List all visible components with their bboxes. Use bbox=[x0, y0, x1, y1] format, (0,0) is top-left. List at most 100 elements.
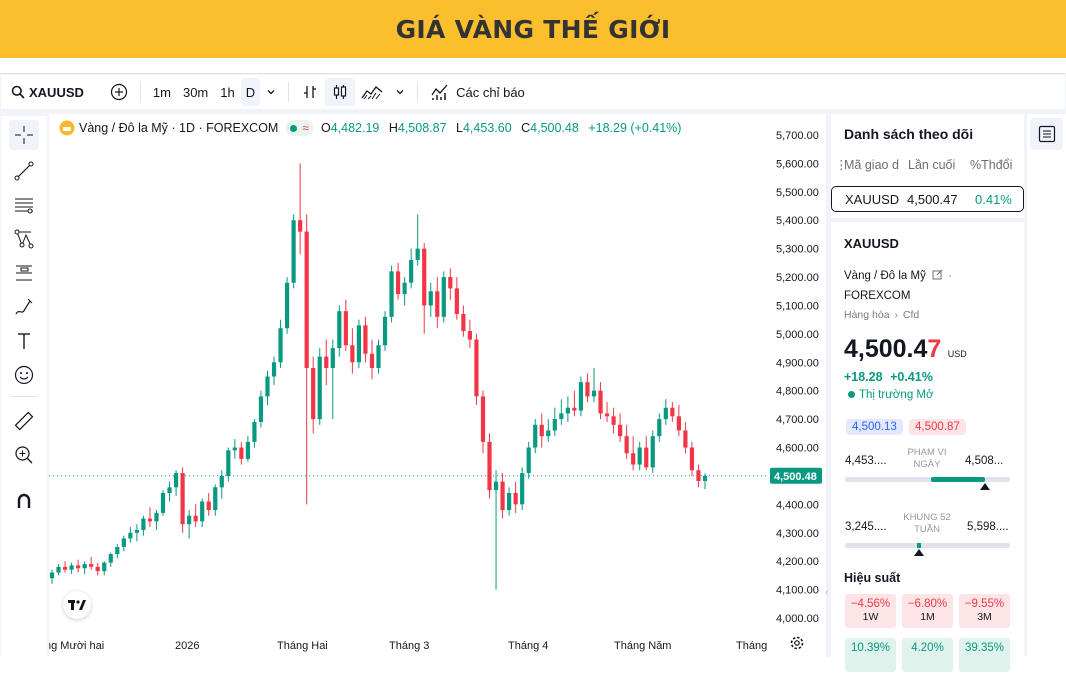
candle[interactable] bbox=[591, 367, 597, 403]
watchlist-toggle[interactable] bbox=[1030, 118, 1063, 150]
candle[interactable] bbox=[611, 407, 616, 434]
candle[interactable] bbox=[102, 561, 107, 576]
candle[interactable] bbox=[160, 490, 166, 516]
candle[interactable] bbox=[565, 396, 570, 422]
candle[interactable] bbox=[271, 356, 277, 386]
candle[interactable] bbox=[187, 510, 192, 539]
fib-tool[interactable] bbox=[9, 190, 39, 220]
timezone-settings-button[interactable] bbox=[789, 635, 807, 653]
area-style-button[interactable] bbox=[355, 78, 389, 106]
collapse-panel-icon[interactable]: ‹ bbox=[825, 587, 828, 598]
candle[interactable] bbox=[173, 470, 179, 496]
candle[interactable] bbox=[520, 467, 525, 511]
pattern-tool[interactable] bbox=[9, 224, 39, 254]
detail-exchange[interactable]: FOREXCOM bbox=[844, 290, 910, 302]
candle[interactable] bbox=[689, 441, 695, 476]
candle[interactable] bbox=[650, 430, 655, 474]
candle[interactable] bbox=[343, 299, 348, 351]
candle[interactable] bbox=[89, 556, 94, 570]
candle[interactable] bbox=[526, 441, 531, 479]
candle[interactable] bbox=[265, 370, 270, 405]
candle[interactable] bbox=[585, 373, 590, 403]
candle[interactable] bbox=[624, 424, 629, 459]
candle[interactable] bbox=[108, 552, 113, 567]
emoji-tool[interactable] bbox=[9, 360, 39, 390]
forecast-tool[interactable] bbox=[9, 258, 39, 288]
candle[interactable] bbox=[95, 562, 100, 576]
candle[interactable] bbox=[284, 277, 290, 334]
candle[interactable] bbox=[213, 484, 218, 516]
candle[interactable] bbox=[422, 242, 427, 334]
panel-resize-handle[interactable] bbox=[826, 114, 831, 657]
candle[interactable] bbox=[76, 559, 81, 573]
candle[interactable] bbox=[317, 348, 322, 425]
candle[interactable] bbox=[676, 404, 681, 437]
candle[interactable] bbox=[56, 564, 61, 576]
candle[interactable] bbox=[219, 470, 224, 499]
interval-30m[interactable]: 30m bbox=[177, 78, 214, 106]
detail-name[interactable]: Vàng / Đô la Mỹ bbox=[844, 270, 926, 282]
column-change[interactable]: %Thđổi bbox=[970, 158, 1012, 172]
candle[interactable] bbox=[637, 441, 642, 471]
crosshair-tool[interactable] bbox=[9, 120, 39, 150]
candle[interactable] bbox=[62, 561, 68, 573]
candle[interactable] bbox=[578, 376, 584, 417]
bar-style-button[interactable] bbox=[295, 78, 325, 106]
candle[interactable] bbox=[226, 447, 231, 482]
candle[interactable] bbox=[474, 333, 479, 405]
candle[interactable] bbox=[631, 436, 636, 471]
candle[interactable] bbox=[559, 399, 564, 425]
candle[interactable] bbox=[552, 407, 557, 437]
candle[interactable] bbox=[363, 316, 368, 363]
candle[interactable] bbox=[278, 319, 283, 368]
candle[interactable] bbox=[115, 544, 120, 559]
candle[interactable] bbox=[304, 214, 309, 505]
compare-symbol-button[interactable] bbox=[104, 78, 134, 106]
bid-price[interactable]: 4,500.13 bbox=[846, 419, 903, 435]
candle[interactable] bbox=[245, 436, 250, 462]
candle[interactable] bbox=[409, 248, 414, 289]
measure-tool[interactable] bbox=[9, 406, 39, 436]
candle[interactable] bbox=[200, 498, 205, 528]
external-link-icon[interactable] bbox=[932, 269, 943, 280]
candle[interactable] bbox=[487, 433, 492, 499]
candle[interactable] bbox=[356, 319, 362, 368]
tradingview-logo[interactable] bbox=[63, 591, 91, 619]
candle[interactable] bbox=[435, 277, 440, 329]
candle[interactable] bbox=[239, 441, 244, 465]
candle[interactable] bbox=[663, 399, 668, 425]
candle[interactable] bbox=[572, 390, 577, 417]
candle[interactable] bbox=[69, 562, 74, 574]
candle[interactable] bbox=[258, 390, 264, 428]
interval-1h[interactable]: 1h bbox=[214, 78, 240, 106]
candle[interactable] bbox=[415, 214, 420, 266]
indicators-button[interactable]: Các chỉ báo bbox=[424, 78, 531, 106]
candle[interactable] bbox=[500, 473, 505, 519]
candle[interactable] bbox=[324, 339, 329, 386]
candle[interactable] bbox=[252, 419, 257, 448]
candle[interactable] bbox=[467, 319, 473, 349]
detail-symbol[interactable]: XAUUSD bbox=[844, 236, 899, 251]
candle[interactable] bbox=[193, 504, 198, 528]
candle[interactable] bbox=[604, 402, 610, 422]
candle[interactable] bbox=[513, 481, 518, 513]
chart-type-dropdown[interactable] bbox=[389, 78, 411, 106]
candle[interactable] bbox=[167, 481, 172, 502]
price-chart[interactable]: 5,700.00 5,600.00 5,500.00 5,400.00 5,300.00… bbox=[49, 114, 826, 657]
column-symbol[interactable]: Mã giao d bbox=[844, 158, 899, 172]
candle[interactable] bbox=[598, 382, 603, 420]
candle[interactable] bbox=[147, 507, 153, 528]
candle[interactable] bbox=[350, 328, 355, 374]
watchlist-row[interactable]: XAUUSD 4,500.47 0.41% bbox=[831, 186, 1024, 212]
candle[interactable] bbox=[389, 265, 394, 323]
interval-1m[interactable]: 1m bbox=[147, 78, 177, 106]
trend-line-tool[interactable] bbox=[9, 156, 39, 186]
candle[interactable] bbox=[376, 339, 381, 374]
candle[interactable] bbox=[232, 439, 237, 459]
zoom-tool[interactable] bbox=[9, 440, 39, 470]
ask-price[interactable]: 4,500.87 bbox=[909, 419, 966, 435]
market-status[interactable]: Thị trường Mở bbox=[848, 389, 934, 401]
candle[interactable] bbox=[441, 271, 446, 323]
column-last[interactable]: Lần cuối bbox=[908, 158, 955, 172]
candle[interactable] bbox=[428, 282, 433, 317]
